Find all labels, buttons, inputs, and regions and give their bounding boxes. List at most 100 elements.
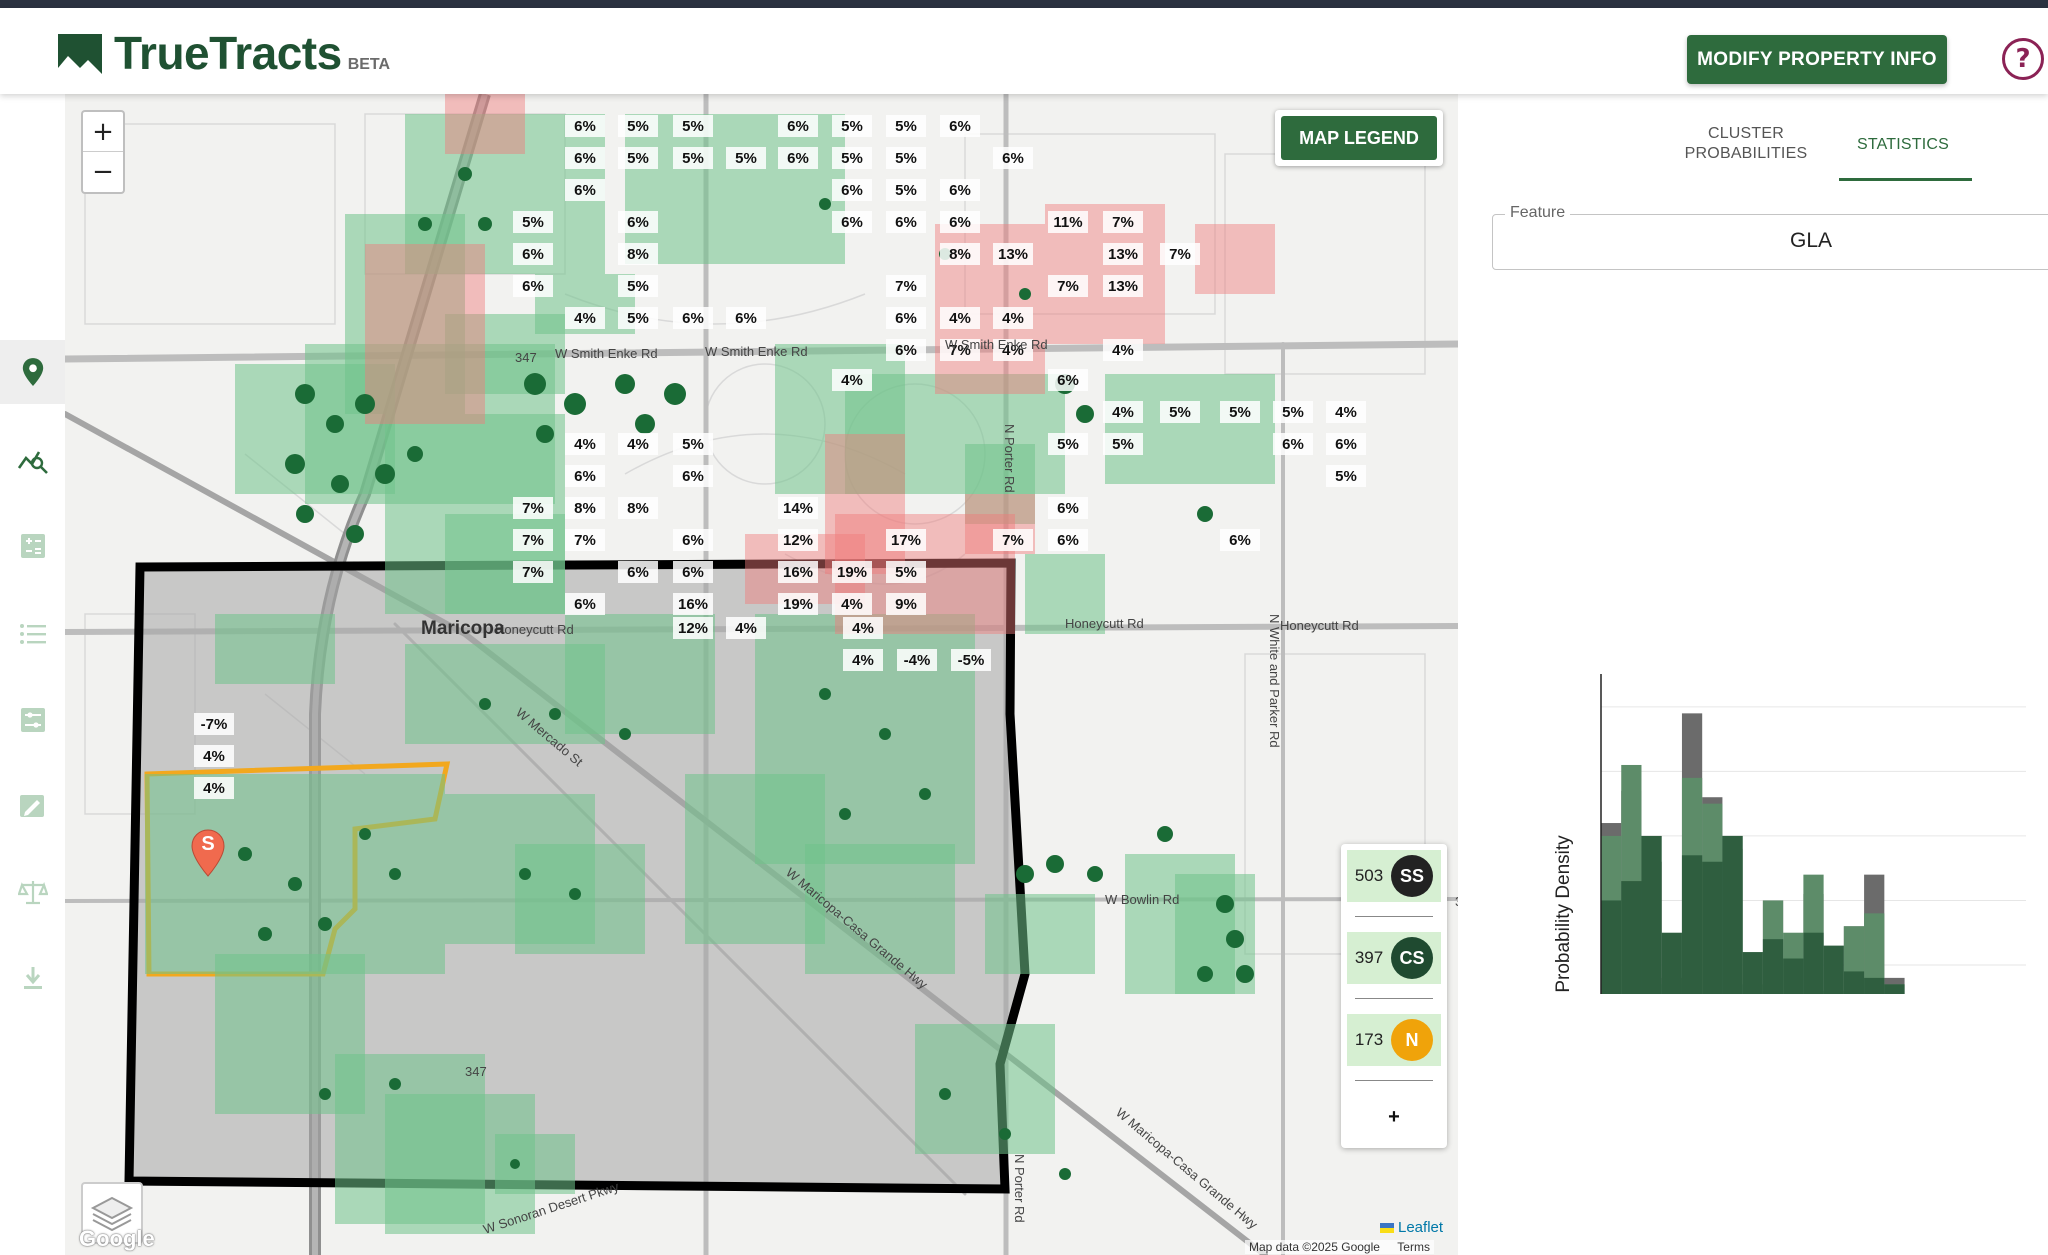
y-axis-label: Probability Density <box>1553 835 1574 993</box>
cluster-percent-label: 6% <box>949 118 971 135</box>
cluster-percent-label: 5% <box>1335 468 1357 485</box>
cluster-percent-label: 6% <box>841 182 863 199</box>
cluster-percent-label: 17% <box>891 532 921 549</box>
subject-marker-label: S <box>201 833 215 855</box>
help-icon[interactable]: ? <box>2002 38 2044 80</box>
cluster-percent-label: 5% <box>682 150 704 167</box>
feature-selected-value: GLA <box>1789 229 1833 252</box>
cluster-percent-label: 6% <box>1057 500 1079 517</box>
cluster-count-row[interactable]: 397 CS <box>1347 932 1441 984</box>
sidebar-item-notes[interactable] <box>0 774 65 838</box>
road-label: W Smith Enke Rd <box>705 344 808 359</box>
cluster-percent-label: 5% <box>1229 404 1251 421</box>
cluster-percent-label: 4% <box>1002 310 1024 327</box>
download-icon <box>23 967 42 989</box>
cluster-percent-label: 8% <box>574 500 596 517</box>
cluster-percent-label: 4% <box>841 596 863 613</box>
active-tab-indicator <box>1839 178 1972 181</box>
road-label: Honeycutt Rd <box>495 622 574 637</box>
modify-property-info-button[interactable]: MODIFY PROPERTY INFO <box>1687 35 1947 84</box>
cluster-percent-label: 5% <box>1112 436 1134 453</box>
cluster-percent-label: 6% <box>682 532 704 549</box>
sidebar-item-adjustments[interactable] <box>0 688 65 752</box>
cluster-percent-label: 5% <box>627 150 649 167</box>
subject-marker[interactable]: S <box>191 829 225 882</box>
zoom-in-button[interactable]: + <box>83 112 123 152</box>
cluster-percent-label: 4% <box>574 436 596 453</box>
cluster-percent-label: 6% <box>1282 436 1304 453</box>
cluster-percent-label: 6% <box>574 118 596 135</box>
tab-statistics[interactable]: STATISTICS <box>1838 136 1968 154</box>
map-legend-button[interactable]: MAP LEGEND <box>1281 116 1437 160</box>
terms-link[interactable]: Terms <box>1397 1240 1430 1254</box>
density-histogram: 20002500GLAProbability Density <box>1553 674 2026 994</box>
sidebar-item-compare[interactable] <box>0 860 65 924</box>
cluster-percent-label: 5% <box>627 278 649 295</box>
cluster-percent-label: -4% <box>904 652 931 669</box>
zoom-out-button[interactable]: − <box>83 152 123 192</box>
tab-cluster-probabilities[interactable]: CLUSTER PROBABILITIES <box>1673 124 1819 164</box>
brand-logo[interactable]: TrueTracts BETA <box>56 30 390 76</box>
road-label: 347 <box>465 1064 487 1079</box>
leaflet-attribution-link[interactable]: Leaflet <box>1380 1219 1443 1236</box>
divider <box>1355 1080 1433 1081</box>
cluster-percent-label: 5% <box>1057 436 1079 453</box>
cluster-percent-label: 8% <box>627 246 649 263</box>
cluster-count-row[interactable]: 503 SS <box>1347 850 1441 902</box>
cluster-count-row[interactable]: 173 N <box>1347 1014 1441 1066</box>
feature-select[interactable]: Feature GLA <box>1492 204 2048 270</box>
beta-badge: BETA <box>347 56 391 73</box>
histogram-bar <box>1843 971 1865 994</box>
road-label: W Smith Enke Rd <box>945 337 1048 352</box>
histogram-bar <box>1742 952 1763 994</box>
cluster-percent-label: 6% <box>522 246 544 263</box>
cluster-percent-label: 5% <box>735 150 757 167</box>
road-label: Honeycutt Rd <box>1065 616 1144 631</box>
road-label: W Sonoran Desert Pkwy <box>481 1179 621 1237</box>
add-cluster-button[interactable]: + <box>1341 1106 1447 1129</box>
sidebar-item-list[interactable] <box>0 602 65 666</box>
cluster-percent-label: 7% <box>574 532 596 549</box>
cluster-percent-label: 6% <box>574 150 596 167</box>
histogram-bar <box>1864 977 1885 994</box>
app-header: TrueTracts BETA MODIFY PROPERTY INFO ? <box>0 8 2048 94</box>
histogram-bar <box>1783 958 1804 994</box>
cluster-percent-label: 4% <box>841 372 863 389</box>
cluster-percent-label: 6% <box>574 468 596 485</box>
cluster-percent-label: 5% <box>895 564 917 581</box>
cluster-percent-label: 7% <box>895 278 917 295</box>
logo-mark-icon <box>58 34 102 74</box>
cluster-percent-label: 6% <box>627 564 649 581</box>
city-label: Maricopa <box>421 618 505 639</box>
cluster-percent-label: 6% <box>841 214 863 231</box>
sidebar-item-map[interactable] <box>0 340 65 404</box>
sidebar-item-trends[interactable] <box>0 428 65 492</box>
road-label: W Maricopa-Casa Grande Hwy <box>1113 1105 1261 1232</box>
cluster-count: 503 <box>1354 866 1384 885</box>
sidebar-item-calculator[interactable] <box>0 514 65 578</box>
cluster-percent-label: 6% <box>895 214 917 231</box>
google-logo: Google <box>79 1226 155 1251</box>
list-icon <box>19 624 46 644</box>
cluster-percent-label: 4% <box>203 780 225 797</box>
adjustments-icon <box>20 708 45 732</box>
map-pin-icon <box>22 358 43 386</box>
cluster-percent-label: -7% <box>201 716 228 733</box>
edit-icon <box>19 795 44 817</box>
cluster-badge: CS <box>1391 937 1433 979</box>
road-label: W Smith Enke Rd <box>555 346 658 361</box>
sidebar-item-download[interactable] <box>0 946 65 1010</box>
divider <box>1355 916 1433 917</box>
cluster-percent-label: 5% <box>627 310 649 327</box>
cluster-percent-label: 13% <box>1108 246 1138 263</box>
leaflet-link-label: Leaflet <box>1398 1219 1444 1236</box>
divider <box>1355 998 1433 999</box>
map-view[interactable]: 6% 5% 5% 6% 5% 5% 6% 6% 5% 5% 5% 6% 5% 5% 6% 6% 6% 5% 6% 5%… <box>65 94 1458 1255</box>
cluster-percent-label: 16% <box>783 564 813 581</box>
cluster-percent-label: 6% <box>574 596 596 613</box>
histogram-bar <box>1702 861 1723 994</box>
histogram-bar <box>1762 939 1784 994</box>
cluster-percent-label: 6% <box>1057 372 1079 389</box>
cluster-percent-label: 4% <box>852 620 874 637</box>
cluster-percent-label: 4% <box>203 748 225 765</box>
